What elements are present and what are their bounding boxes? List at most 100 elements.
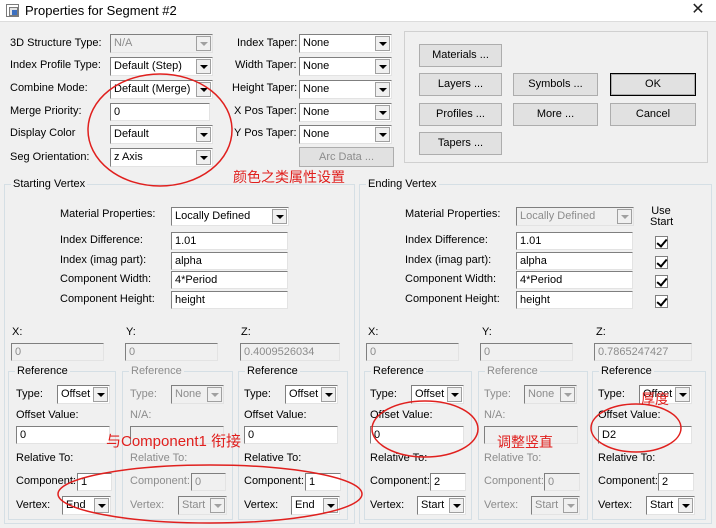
sv-ref-z-type-select[interactable]: Offset <box>285 385 338 404</box>
ev-ref-x-component-label: Component: <box>370 475 430 487</box>
merge-priority-input[interactable]: 0 <box>110 103 210 121</box>
ev-ref-x-title: Reference <box>371 365 426 377</box>
layers-button[interactable]: Layers ... <box>419 73 502 96</box>
sv-ref-z-offset-input[interactable]: 0 <box>244 426 338 444</box>
ev-index-difference-input[interactable]: 1.01 <box>516 232 633 250</box>
use-start-index-difference-checkbox[interactable] <box>655 236 668 249</box>
sv-ref-z-offset-label: Offset Value: <box>244 409 307 421</box>
sv-ref-x-type-select[interactable]: Offset <box>57 385 110 404</box>
symbols-button[interactable]: Symbols ... <box>513 73 598 96</box>
width-taper-select[interactable]: None <box>299 57 392 76</box>
use-start-component-height-checkbox[interactable] <box>655 295 668 308</box>
chevron-down-icon <box>93 387 108 402</box>
index-profile-type-select[interactable]: Default (Step) <box>110 57 213 76</box>
ev-ref-z-vertex-select[interactable]: Start <box>646 496 695 515</box>
sv-x-input: 0 <box>11 343 104 361</box>
sv-ref-z-component-input[interactable]: 1 <box>305 473 341 491</box>
sv-ref-x-vertex-select[interactable]: End <box>62 496 111 515</box>
ev-ref-x-vertex-label: Vertex: <box>370 499 405 511</box>
sv-component-height-input[interactable]: height <box>171 291 288 309</box>
sv-index-imag-label: Index (imag part): <box>60 254 147 266</box>
display-color-select[interactable]: Default <box>110 125 213 144</box>
ev-ref-z-relative-label: Relative To: <box>598 452 656 464</box>
ok-button[interactable]: OK <box>610 73 696 96</box>
ev-component-height-label: Component Height: <box>405 293 500 305</box>
ev-component-width-input[interactable]: 4*Period <box>516 271 633 289</box>
height-taper-select[interactable]: None <box>299 80 392 99</box>
use-start-index-imag-checkbox[interactable] <box>655 256 668 269</box>
sv-component-width-label: Component Width: <box>60 273 152 285</box>
chevron-down-icon <box>210 498 225 513</box>
ypos-taper-select[interactable]: None <box>299 125 392 144</box>
chevron-down-icon <box>272 209 287 224</box>
ev-x-input: 0 <box>366 343 459 361</box>
ending-vertex-title: Ending Vertex <box>366 178 439 190</box>
annotation-adjust-vertical: 调整竖直 <box>497 434 553 450</box>
sv-ref-x-vertex-label: Vertex: <box>16 499 51 511</box>
ev-ref-x-vertex-select[interactable]: Start <box>417 496 466 515</box>
ev-index-imag-input[interactable]: alpha <box>516 252 633 270</box>
sv-ref-y-component-label: Component: <box>130 475 190 487</box>
annotation-connect-component1: 与Component1 衔接 <box>106 433 242 450</box>
sv-ref-z-type-label: Type: <box>244 388 271 400</box>
ev-ref-x-component-input[interactable]: 2 <box>430 473 466 491</box>
sv-ref-x-component-label: Component: <box>16 475 76 487</box>
structure-type-label: 3D Structure Type: <box>10 37 102 49</box>
structure-type-select: N/A <box>110 34 213 53</box>
close-icon[interactable]: ✕ <box>686 0 710 21</box>
ev-ref-y-offset-label: N/A: <box>484 409 506 421</box>
combine-mode-select[interactable]: Default (Merge) <box>110 80 213 99</box>
seg-orientation-select[interactable]: z Axis <box>110 148 213 167</box>
sv-ref-y-offset-label: N/A: <box>130 409 152 421</box>
chevron-down-icon <box>563 498 578 513</box>
ev-material-properties-label: Material Properties: <box>405 208 501 220</box>
sv-ref-z-vertex-select[interactable]: End <box>291 496 340 515</box>
sv-ref-z-title: Reference <box>245 365 300 377</box>
ev-material-properties-select: Locally Defined <box>516 207 634 226</box>
ev-ref-z-offset-label: Offset Value: <box>598 409 661 421</box>
ev-ref-y-vertex-label: Vertex: <box>484 499 519 511</box>
sv-component-width-input[interactable]: 4*Period <box>171 271 288 289</box>
ev-ref-x-offset-input[interactable]: 0 <box>370 426 464 444</box>
chevron-down-icon <box>560 387 575 402</box>
profiles-button[interactable]: Profiles ... <box>419 103 502 126</box>
sv-index-difference-label: Index Difference: <box>60 234 143 246</box>
sv-index-imag-input[interactable]: alpha <box>171 252 288 270</box>
sv-material-properties-select[interactable]: Locally Defined <box>171 207 289 226</box>
sv-ref-x-component-input[interactable]: 1 <box>77 473 112 491</box>
sv-ref-x-offset-input[interactable]: 0 <box>16 426 110 444</box>
index-taper-select[interactable]: None <box>299 34 392 53</box>
xpos-taper-label: X Pos Taper: <box>234 105 297 117</box>
ev-ref-z-offset-input[interactable]: D2 <box>598 426 692 444</box>
sv-ref-x-offset-label: Offset Value: <box>16 409 79 421</box>
properties-dialog: Properties for Segment #2 ✕ 3D Structure… <box>0 0 716 528</box>
ev-component-height-input[interactable]: height <box>516 291 633 309</box>
cancel-button[interactable]: Cancel <box>610 103 696 126</box>
ev-ref-z-component-label: Component: <box>598 475 658 487</box>
ev-ref-y-relative-label: Relative To: <box>484 452 542 464</box>
ev-ref-z-component-input[interactable]: 2 <box>658 473 694 491</box>
chevron-down-icon <box>196 59 211 74</box>
sv-x-label: X: <box>12 326 23 338</box>
sv-index-difference-input[interactable]: 1.01 <box>171 232 288 250</box>
chevron-down-icon <box>321 387 336 402</box>
use-start-component-width-checkbox[interactable] <box>655 275 668 288</box>
sv-y-label: Y: <box>126 326 136 338</box>
xpos-taper-select[interactable]: None <box>299 103 392 122</box>
ypos-taper-label: Y Pos Taper: <box>234 127 297 139</box>
ev-ref-x-type-label: Type: <box>370 388 397 400</box>
more-button[interactable]: More ... <box>513 103 598 126</box>
chevron-down-icon <box>196 150 211 165</box>
sv-ref-y-type-label: Type: <box>130 388 157 400</box>
chevron-down-icon <box>375 105 390 120</box>
chevron-down-icon <box>617 209 632 224</box>
chevron-down-icon <box>207 387 222 402</box>
sv-ref-x-title: Reference <box>15 365 70 377</box>
materials-button[interactable]: Materials ... <box>419 44 502 67</box>
tapers-button[interactable]: Tapers ... <box>419 132 502 155</box>
ev-ref-x-type-select[interactable]: Offset <box>411 385 464 404</box>
ev-ref-z-title: Reference <box>599 365 654 377</box>
chevron-down-icon <box>675 387 690 402</box>
chevron-down-icon <box>94 498 109 513</box>
ev-ref-y-type-select: None <box>524 385 577 404</box>
